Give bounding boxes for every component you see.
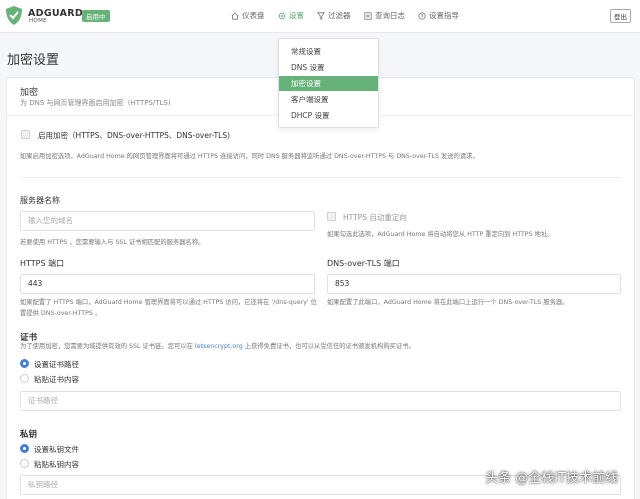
home-icon — [231, 11, 239, 20]
https-redirect-help: 如果勾选此选项，AdGuard Home 将自动将您从 HTTP 重定向到 HT… — [327, 231, 554, 238]
enable-encryption-label[interactable]: 启用加密（HTTPS、DNS-over-HTTPS、DNS-over-TLS) — [38, 130, 230, 141]
page-title: 加密设置 — [7, 53, 60, 68]
enable-encryption-help: 如果启用加密选项，AdGuard Home 的网页管理界面将可通过 HTTPS … — [20, 153, 479, 160]
certificate-help-prefix: 为了使用加密，您需要为域提供有效的 SSL 证书链。您可以在 — [20, 343, 193, 350]
dns-over-tls-port-input[interactable]: 853 — [327, 274, 621, 294]
status-badge: 启用中 — [82, 10, 110, 22]
help-icon — [418, 11, 426, 20]
https-port-value: 443 — [28, 279, 43, 288]
key-file-option-label[interactable]: 设置私钥文件 — [34, 444, 79, 455]
menu-item-client-settings[interactable]: 客户端设置 — [279, 92, 378, 107]
cert-path-radio[interactable] — [20, 359, 29, 368]
dns-over-tls-port-value: 853 — [335, 279, 350, 288]
nav-query-log-label: 查询日志 — [375, 11, 405, 20]
menu-item-dns-settings[interactable]: DNS 设置 — [279, 60, 378, 75]
nav-dashboard-label: 仪表盘 — [242, 11, 265, 20]
https-redirect-label[interactable]: HTTPS 自动重定向 — [343, 212, 407, 223]
nav-settings[interactable]: 设置 — [278, 10, 304, 21]
card-title: 加密 — [20, 88, 39, 98]
nav-setup-guide[interactable]: 设置指导 — [418, 10, 459, 21]
filter-icon — [317, 11, 325, 20]
https-port-title: HTTPS 端口 — [20, 259, 65, 268]
nav-filters-label: 过滤器 — [328, 11, 351, 20]
divider — [20, 177, 621, 178]
nav-filters[interactable]: 过滤器 — [317, 10, 351, 21]
server-name-title: 服务器名称 — [20, 196, 60, 205]
key-path-placeholder: 私钥路径 — [28, 480, 58, 489]
settings-dropdown-menu: 常规设置 DNS 设置 加密设置 客户端设置 DHCP 设置 — [278, 38, 379, 128]
brand-subtitle: HOME — [29, 18, 47, 24]
certificate-help: 为了使用加密，您需要为域提供有效的 SSL 证书链。您可以在 letsencry… — [20, 341, 620, 352]
cert-paste-radio[interactable] — [20, 374, 29, 383]
gear-icon — [278, 12, 286, 19]
menu-item-encryption-settings[interactable]: 加密设置 — [279, 76, 378, 91]
key-file-radio[interactable] — [20, 444, 29, 453]
letsencrypt-link[interactable]: letsencrypt.org — [195, 343, 243, 350]
cert-path-option-label[interactable]: 设置证书路径 — [34, 359, 79, 370]
certificate-help-suffix: 上获得免费证书，也可以从受信任的证书颁发机构购买证书。 — [244, 343, 415, 350]
https-redirect-checkbox[interactable] — [327, 212, 336, 221]
nav-query-log[interactable]: 查询日志 — [364, 10, 405, 21]
https-port-help: 如果配置了 HTTPS 端口，AdGuard Home 管理界面将可以通过 HT… — [20, 299, 317, 317]
cert-path-placeholder: 证书路径 — [28, 396, 58, 405]
logout-button[interactable]: 登出 — [610, 9, 631, 23]
private-key-title: 私钥 — [20, 430, 38, 440]
enable-encryption-checkbox[interactable] — [21, 130, 30, 139]
cert-path-input[interactable]: 证书路径 — [20, 391, 621, 411]
top-navbar: ADGUARD HOME 启用中 仪表盘 设置 过滤器 查询日志 设置指导 登出 — [0, 0, 640, 33]
watermark-text: 头条 @全栈IT技术前线 — [485, 471, 618, 486]
key-paste-option-label[interactable]: 粘贴私钥内容 — [34, 459, 79, 470]
nav-setup-guide-label: 设置指导 — [429, 11, 459, 20]
key-paste-radio[interactable] — [20, 459, 29, 468]
dns-over-tls-port-help: 如果配置了此端口，AdGuard Home 将在此端口上运行一个 DNS-ove… — [327, 299, 569, 306]
menu-item-general-settings[interactable]: 常规设置 — [279, 44, 378, 59]
nav-dashboard[interactable]: 仪表盘 — [231, 10, 265, 21]
nav-settings-label: 设置 — [289, 11, 304, 20]
menu-item-dhcp-settings[interactable]: DHCP 设置 — [279, 108, 378, 123]
dns-over-tls-port-title: DNS-over-TLS 端口 — [327, 259, 400, 268]
log-icon — [364, 11, 372, 20]
cert-paste-option-label[interactable]: 粘贴证书内容 — [34, 374, 79, 385]
card-subtitle: 为 DNS 与网页管理界面启用加密（HTTPS/TLS) — [20, 99, 171, 107]
server-name-help: 若要使用 HTTPS ，您需要输入与 SSL 证书相匹配的服务器名称。 — [20, 239, 205, 246]
encryption-card: 加密 为 DNS 与网页管理界面启用加密（HTTPS/TLS) 启用加密（HTT… — [6, 77, 635, 499]
adguard-shield-logo[interactable] — [6, 6, 22, 25]
https-port-input[interactable]: 443 — [20, 274, 315, 294]
server-name-placeholder: 输入您的域名 — [28, 216, 73, 225]
server-name-input[interactable]: 输入您的域名 — [20, 211, 315, 231]
